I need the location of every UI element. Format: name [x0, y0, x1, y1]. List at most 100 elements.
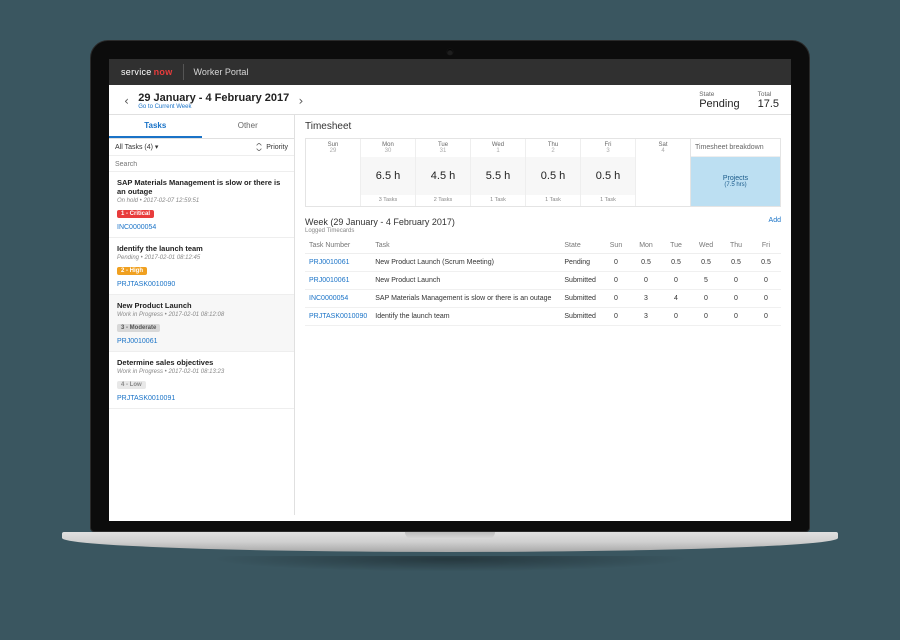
cell-sun[interactable]: 0 [601, 290, 631, 308]
cell-task-number[interactable]: PRJTASK0010090 [305, 308, 371, 326]
cell-sun[interactable]: 0 [601, 272, 631, 290]
breakdown-projects-label: Projects [723, 175, 748, 182]
day-body: 4.5 h [416, 157, 470, 195]
cell-mon[interactable]: 0.5 [631, 254, 661, 272]
task-card[interactable]: SAP Materials Management is slow or ther… [109, 172, 294, 238]
cell-task: SAP Materials Management is slow or ther… [371, 290, 560, 308]
day-column[interactable]: Sun29 [306, 139, 361, 206]
day-number: 3 [581, 148, 635, 154]
state-label: State [699, 91, 739, 98]
cell-task-number[interactable]: PRJ0010061 [305, 254, 371, 272]
col-sun: Sun [601, 238, 631, 254]
cell-sun[interactable]: 0 [601, 308, 631, 326]
brand-part1: service [121, 67, 152, 77]
table-row[interactable]: PRJTASK0010090Identify the launch teamSu… [305, 308, 781, 326]
cell-mon[interactable]: 3 [631, 290, 661, 308]
table-row[interactable]: PRJ0010061New Product Launch (Scrum Meet… [305, 254, 781, 272]
day-column[interactable]: Wed15.5 h1 Task [471, 139, 526, 206]
day-head: Sun29 [306, 139, 360, 157]
cell-mon[interactable]: 0 [631, 272, 661, 290]
cell-fri[interactable]: 0 [751, 290, 781, 308]
day-body: 0.5 h [526, 157, 580, 195]
cell-wed[interactable]: 0.5 [691, 254, 721, 272]
tab-other[interactable]: Other [202, 115, 295, 138]
day-foot [636, 195, 690, 206]
cell-tue[interactable]: 0 [661, 272, 691, 290]
cell-task-number[interactable]: PRJ0010061 [305, 272, 371, 290]
day-number: 2 [526, 148, 580, 154]
breakdown-panel: Timesheet breakdown Projects (7.5 hrs) [691, 138, 781, 207]
day-column[interactable]: Fri30.5 h1 Task [581, 139, 636, 206]
cell-wed[interactable]: 0 [691, 290, 721, 308]
cell-mon[interactable]: 3 [631, 308, 661, 326]
filter-all-tasks[interactable]: All Tasks (4) ▾ [115, 143, 158, 151]
day-column[interactable]: Sat4 [636, 139, 690, 206]
week-subtitle: Week (29 January - 4 February 2017) [305, 217, 781, 227]
day-head: Wed1 [471, 139, 525, 157]
day-head: Thu2 [526, 139, 580, 157]
col-fri: Fri [751, 238, 781, 254]
cell-tue[interactable]: 0 [661, 308, 691, 326]
timecard-table: Task Number Task State Sun Mon Tue Wed T… [305, 238, 781, 326]
priority-badge: 1 - Critical [117, 210, 154, 218]
laptop-frame: servicenow Worker Portal ‹ 29 January - … [90, 40, 810, 586]
cell-state: Pending [560, 254, 601, 272]
cell-state: Submitted [560, 272, 601, 290]
cell-thu[interactable]: 0 [721, 272, 751, 290]
search-input[interactable] [115, 161, 288, 168]
cell-tue[interactable]: 0.5 [661, 254, 691, 272]
day-number: 29 [306, 148, 360, 154]
brand-part2: now [154, 67, 173, 77]
sort-priority[interactable]: Priority [255, 143, 288, 151]
tab-tasks[interactable]: Tasks [109, 115, 202, 138]
task-link[interactable]: PRJTASK0010091 [117, 395, 286, 402]
next-week-button[interactable]: › [295, 94, 306, 108]
prev-week-button[interactable]: ‹ [121, 94, 132, 108]
cell-fri[interactable]: 0 [751, 308, 781, 326]
day-foot: 1 Task [471, 195, 525, 206]
day-column[interactable]: Tue314.5 h2 Tasks [416, 139, 471, 206]
col-task-number: Task Number [305, 238, 371, 254]
breakdown-projects-hours: (7.5 hrs) [724, 182, 746, 188]
day-column[interactable]: Mon306.5 h3 Tasks [361, 139, 416, 206]
day-foot: 1 Task [526, 195, 580, 206]
cell-thu[interactable]: 0 [721, 308, 751, 326]
go-current-week-link[interactable]: Go to Current Week [138, 104, 289, 110]
laptop-base [62, 532, 838, 552]
task-card[interactable]: Identify the launch teamPending • 2017-0… [109, 238, 294, 295]
task-card[interactable]: Determine sales objectivesWork in Progre… [109, 352, 294, 409]
breakdown-projects-tile[interactable]: Projects (7.5 hrs) [691, 157, 780, 206]
cell-fri[interactable]: 0 [751, 272, 781, 290]
task-link[interactable]: PRJTASK0010090 [117, 281, 286, 288]
app-header: servicenow Worker Portal [109, 59, 791, 85]
day-body: 0.5 h [581, 157, 635, 195]
cell-task-number[interactable]: INC0000054 [305, 290, 371, 308]
total-label: Total [758, 91, 779, 98]
table-row[interactable]: INC0000054SAP Materials Management is sl… [305, 290, 781, 308]
day-column[interactable]: Thu20.5 h1 Task [526, 139, 581, 206]
table-row[interactable]: PRJ0010061New Product LaunchSubmitted000… [305, 272, 781, 290]
cell-fri[interactable]: 0.5 [751, 254, 781, 272]
day-number: 30 [361, 148, 415, 154]
task-meta: Pending • 2017-02-01 08:12:45 [117, 255, 286, 261]
cell-wed[interactable]: 0 [691, 308, 721, 326]
portal-name: Worker Portal [194, 67, 249, 77]
day-hours: 0.5 h [596, 170, 620, 182]
day-body: 6.5 h [361, 157, 415, 195]
search-box [109, 156, 294, 172]
cell-wed[interactable]: 5 [691, 272, 721, 290]
add-timecard-link[interactable]: Add [769, 217, 781, 224]
sidebar: Tasks Other All Tasks (4) ▾ Priority SAP… [109, 115, 295, 515]
cell-thu[interactable]: 0.5 [721, 254, 751, 272]
task-list: SAP Materials Management is slow or ther… [109, 172, 294, 515]
cell-tue[interactable]: 4 [661, 290, 691, 308]
day-foot: 3 Tasks [361, 195, 415, 206]
state-item: State Pending [699, 91, 739, 110]
cell-sun[interactable]: 0 [601, 254, 631, 272]
task-card[interactable]: New Product LaunchWork in Progress • 201… [109, 295, 294, 352]
task-link[interactable]: INC0000054 [117, 224, 286, 231]
task-link[interactable]: PRJ0010061 [117, 338, 286, 345]
week-detail-header: Add Week (29 January - 4 February 2017) … [305, 217, 781, 234]
col-wed: Wed [691, 238, 721, 254]
cell-thu[interactable]: 0 [721, 290, 751, 308]
